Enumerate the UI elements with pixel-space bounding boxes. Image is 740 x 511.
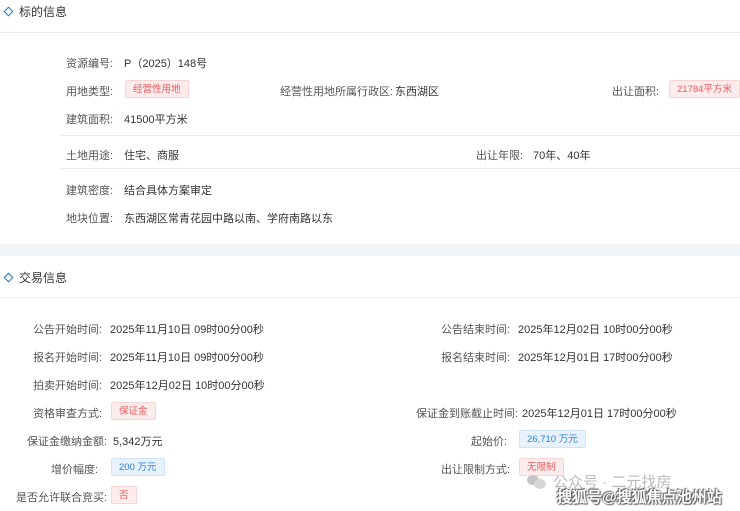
label-announce-end: 公告结束时间: <box>441 324 511 336</box>
label-land-type: 用地类型: <box>66 86 114 98</box>
value-location: 东西湖区常青花园中路以南、学府南路以东 <box>124 213 333 225</box>
section-gap <box>0 244 740 256</box>
label-transfer-restriction: 出让限制方式: <box>441 464 511 476</box>
section-header-transaction-info: 交易信息 <box>0 266 740 288</box>
label-announce-start: 公告开始时间: <box>33 324 103 336</box>
tag-land-type: 经营性用地 <box>125 80 189 98</box>
label-deposit-deadline: 保证金到账截止时间: <box>416 408 519 420</box>
divider <box>60 168 740 169</box>
section-header-target-info: 标的信息 <box>0 0 740 22</box>
value-land-use: 住宅、商服 <box>124 150 179 162</box>
label-signup-end: 报名结束时间: <box>441 352 511 364</box>
diamond-icon <box>3 6 14 16</box>
tag-joint-bidding: 否 <box>111 486 137 504</box>
tag-qualification-method: 保证金 <box>111 402 156 420</box>
diamond-icon <box>3 272 14 282</box>
label-building-density: 建筑密度: <box>66 185 114 197</box>
label-term: 出让年限: <box>476 150 524 162</box>
value-signup-start: 2025年11月10日 09时00分00秒 <box>110 352 264 364</box>
label-qualification-method: 资格审查方式: <box>33 408 103 420</box>
label-building-area: 建筑面积: <box>66 114 114 126</box>
value-building-area: 41500平方米 <box>124 114 188 126</box>
watermark-sohu: 搜狐号@搜狐焦点池州站 <box>557 489 722 506</box>
label-signup-start: 报名开始时间: <box>33 352 103 364</box>
label-joint-bidding: 是否允许联合竞买: <box>16 492 108 504</box>
wechat-icon <box>527 474 547 489</box>
label-transfer-area: 出让面积: <box>612 86 660 98</box>
value-auction-start: 2025年12月02日 10时00分00秒 <box>110 380 265 392</box>
section-title: 标的信息 <box>19 4 68 19</box>
value-signup-end: 2025年12月01日 17时00分00秒 <box>518 352 673 364</box>
tag-increment: 200 万元 <box>111 458 165 476</box>
label-land-use: 土地用途: <box>66 150 114 162</box>
value-resource-number: P（2025）148号 <box>124 58 208 70</box>
tag-starting-price: 26,710 万元 <box>519 430 586 448</box>
value-term: 70年、40年 <box>533 150 591 162</box>
divider <box>0 297 740 298</box>
label-starting-price: 起始价: <box>471 436 508 448</box>
label-deposit-amount: 保证金缴纳金额: <box>27 436 108 448</box>
value-deposit-amount: 5,342万元 <box>113 436 163 448</box>
value-announce-end: 2025年12月02日 10时00分00秒 <box>518 324 673 336</box>
value-district: 东西湖区 <box>395 86 439 98</box>
label-district: 经营性用地所属行政区: <box>280 86 394 98</box>
label-resource-number: 资源编号: <box>66 58 114 70</box>
label-increment: 增价幅度: <box>51 464 99 476</box>
section-title: 交易信息 <box>19 270 68 285</box>
label-location: 地块位置: <box>66 213 114 225</box>
divider <box>0 32 740 33</box>
value-announce-start: 2025年11月10日 09时00分00秒 <box>110 324 264 336</box>
value-building-density: 结合具体方案审定 <box>124 185 212 197</box>
tag-transfer-area: 21784平方米 <box>669 80 740 98</box>
divider <box>60 135 740 136</box>
value-deposit-deadline: 2025年12月01日 17时00分00秒 <box>522 408 677 420</box>
label-auction-start: 拍卖开始时间: <box>33 380 103 392</box>
